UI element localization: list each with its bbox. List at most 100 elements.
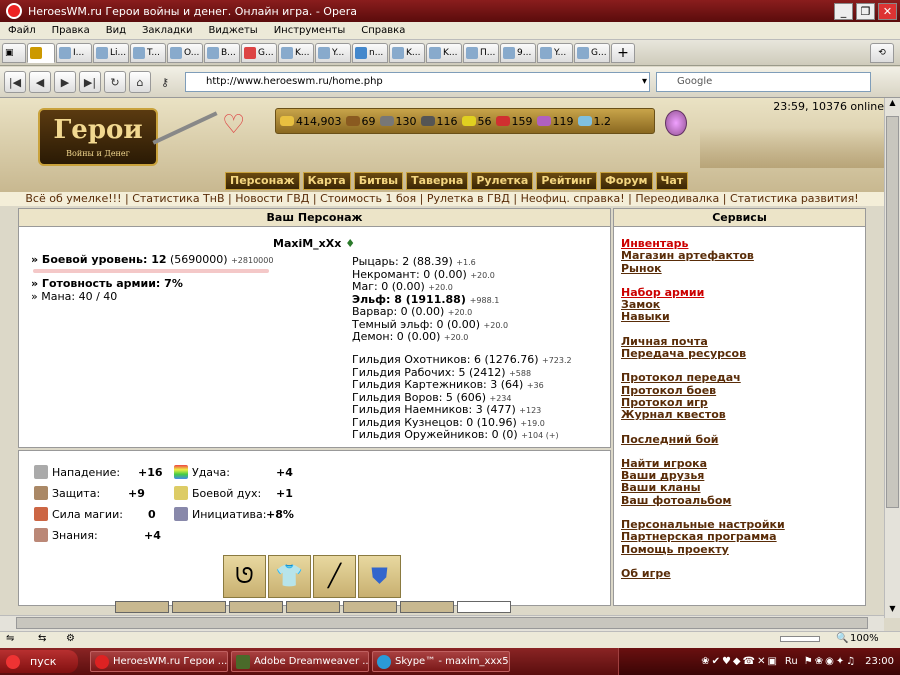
start-button[interactable]: пуск [0,650,78,673]
address-text: http://www.heroeswm.ru/home.php [206,76,383,87]
inventory-slot[interactable] [286,601,340,613]
settings-icon[interactable]: ⚙ [66,633,75,644]
heart-icon[interactable]: ♡ [222,110,245,140]
nav-rating[interactable]: Рейтинг [536,172,598,190]
zoom-slider[interactable] [780,636,820,642]
menu-file[interactable]: Файл [0,25,44,36]
link-last-battle[interactable]: Последний бой [621,433,865,446]
home-button[interactable]: ⌂ [129,71,151,93]
language-indicator[interactable]: Ru [785,656,798,667]
address-input[interactable]: http://www.heroeswm.ru/home.php ▾ [185,72,650,92]
link-photo-album[interactable]: Ваш фотоальбом [621,494,865,507]
sword-decoration-icon [152,111,218,145]
dropdown-arrow-icon[interactable]: ▾ [642,73,647,91]
close-button[interactable]: ✕ [878,2,897,20]
menu-edit[interactable]: Правка [44,25,98,36]
link-about[interactable]: Об игре [621,567,865,580]
transfers-icon[interactable]: ⇆ [38,633,46,644]
link-skills[interactable]: Навыки [621,311,865,324]
trash-icon[interactable]: ⟲ [870,42,894,63]
mercury-icon [420,116,435,126]
link-artifact-shop[interactable]: Магазин артефактов [621,249,865,262]
wand-icon[interactable]: ⚷ [154,71,176,93]
new-tab-button[interactable]: + [611,42,635,63]
link-quest-log[interactable]: Журнал квестов [621,408,865,421]
scroll-up-arrow-icon[interactable]: ▲ [885,98,900,112]
fast-forward-button[interactable]: ▶| [79,71,101,93]
panels-icon[interactable]: ⇋ [6,633,14,644]
tab[interactable]: K... [278,42,314,63]
nav-roulette[interactable]: Рулетка [471,172,534,190]
game-header: Герои Войны и Денег ♡ 414,903 69 130 116 … [0,98,884,192]
weapon-slot[interactable]: ╱ [313,555,356,598]
maximize-button[interactable]: ❐ [856,2,875,20]
tab[interactable]: T... [130,42,166,63]
tray-icons[interactable]: ❀✔♥◆☎✕▣ [701,656,779,667]
inventory-slot[interactable] [229,601,283,613]
nav-tavern[interactable]: Таверна [406,172,469,190]
armor-slot[interactable]: 👕 [268,555,311,598]
scroll-down-arrow-icon[interactable]: ▼ [885,604,900,618]
forward-button[interactable]: ▶ [54,71,76,93]
tab[interactable]: П... [463,42,499,63]
dreamweaver-icon [236,654,250,669]
tab[interactable]: n... [352,42,388,63]
tab[interactable]: G... [574,42,610,63]
inventory-slot[interactable] [400,601,454,613]
zoom-level[interactable]: 100% [850,633,879,644]
character-name[interactable]: MaxiM_xXx [273,237,341,250]
search-input[interactable]: Google [656,72,871,92]
inventory-slot[interactable] [172,601,226,613]
back-button[interactable]: ◀ [29,71,51,93]
tab[interactable]: Y... [315,42,351,63]
task-opera[interactable]: HeroesWM.ru Герои ... [90,651,228,672]
link-partner-program[interactable]: Партнерская программа [621,531,865,544]
nav-forum[interactable]: Форум [600,172,653,190]
menu-tools[interactable]: Инструменты [266,25,354,36]
nav-map[interactable]: Карта [302,172,351,190]
task-dreamweaver[interactable]: Adobe Dreamweaver ... [231,651,369,672]
shield-slot[interactable]: ⛊ [358,555,401,598]
link-transfer-log[interactable]: Протокол передач [621,372,865,385]
tab[interactable]: B... [204,42,240,63]
menu-bookmarks[interactable]: Закладки [134,25,201,36]
panel-toggle-button[interactable]: ▣ [2,42,26,63]
task-skype[interactable]: Skype™ - maxim_xxx5 [372,651,510,672]
tab[interactable]: 9... [500,42,536,63]
tab[interactable]: Li... [93,42,129,63]
clock: 23:00 [865,656,894,667]
nav-character[interactable]: Персонаж [225,172,300,190]
page-icon [392,46,404,59]
inventory-slot[interactable] [115,601,169,613]
link-transfer-resources[interactable]: Передача ресурсов [621,347,865,360]
hscroll-thumb[interactable] [16,617,868,629]
tab[interactable]: G... [241,42,277,63]
reload-button[interactable]: ↻ [104,71,126,93]
minimize-button[interactable]: _ [834,2,853,20]
tab-heroeswm[interactable] [27,42,55,63]
rewind-button[interactable]: |◀ [4,71,26,93]
vertical-scrollbar[interactable]: ▲ ▼ [884,98,900,618]
tab[interactable]: K... [426,42,462,63]
link-help-project[interactable]: Помощь проекту [621,543,865,556]
amulet-slot[interactable]: ᘎ [223,555,266,598]
scroll-thumb[interactable] [886,116,899,508]
tab[interactable]: I... [56,42,92,63]
link-market[interactable]: Рынок [621,262,865,275]
inventory-slot[interactable] [457,601,511,613]
menu-help[interactable]: Справка [353,25,413,36]
nav-battles[interactable]: Битвы [353,172,404,190]
game-logo[interactable]: Герои Войны и Денег [38,108,158,166]
nav-chat[interactable]: Чат [655,172,689,190]
tray-icons-2[interactable]: ⚑❀◉✦♫ [804,656,857,667]
links-row[interactable]: Всё об умелке!!! | Статистика ТнВ | Ново… [0,192,884,206]
menu-widgets[interactable]: Виджеты [201,25,266,36]
mana-potion-icon[interactable] [665,110,687,136]
horizontal-scrollbar[interactable] [0,615,884,631]
menu-view[interactable]: Вид [98,25,134,36]
link-clans[interactable]: Ваши кланы [621,482,865,495]
tab[interactable]: Y... [537,42,573,63]
tab[interactable]: K... [389,42,425,63]
tab[interactable]: O... [167,42,203,63]
inventory-slot[interactable] [343,601,397,613]
